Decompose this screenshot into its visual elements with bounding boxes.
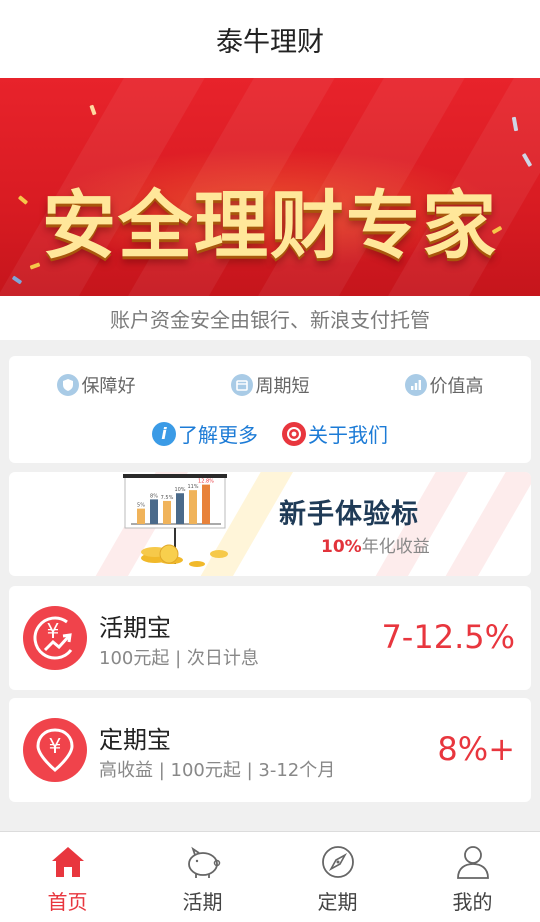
banner-headline: 安全理财专家 xyxy=(42,183,498,269)
chart-bar-label: 10% xyxy=(174,487,185,493)
feature-short-cycle: 周期短 xyxy=(230,371,310,399)
product-name: 活期宝 xyxy=(99,614,171,642)
about-us-label: 关于我们 xyxy=(308,423,388,447)
chart-bar xyxy=(189,490,197,524)
growth-chart-illustration: 5% 8% 7.5%10%11%12.8% xyxy=(123,474,228,567)
gold-coin xyxy=(210,550,228,558)
chart-bar-label: 11% xyxy=(187,484,198,490)
yen-pin-icon: ¥ xyxy=(23,718,87,782)
chart-bar-label: 5% xyxy=(137,503,145,509)
user-icon xyxy=(456,846,489,879)
newbie-rate: 10% xyxy=(321,537,362,557)
newbie-title: 新手体验标 xyxy=(279,499,419,530)
home-icon xyxy=(51,847,84,877)
product-meta: 100元起 | 次日计息 xyxy=(99,648,259,669)
tab-label: 我的 xyxy=(452,890,493,914)
svg-text:¥: ¥ xyxy=(49,734,62,758)
promo-banner[interactable]: 安全理财专家 xyxy=(0,78,540,296)
product-rate: 7-12.5% xyxy=(381,618,515,656)
target-icon xyxy=(282,421,306,446)
compass-icon xyxy=(321,846,354,878)
piggy-bank-icon xyxy=(187,846,220,878)
gold-coin xyxy=(159,544,179,564)
link-row: i 了解更多 关于我们 xyxy=(9,419,531,448)
tab-label: 首页 xyxy=(47,890,88,914)
chart-board-top xyxy=(123,474,227,478)
product-card-fixed[interactable]: ¥ 定期宝 高收益 | 100元起 | 3-12个月 8%+ xyxy=(9,698,531,802)
title-bar: 泰牛理财 xyxy=(0,0,540,78)
custody-notice-text: 账户资金安全由银行、新浪支付托管 xyxy=(110,307,430,332)
chart-bar xyxy=(202,484,210,524)
about-us-link[interactable]: 关于我们 xyxy=(282,419,388,448)
tab-fixed[interactable]: 定期 xyxy=(270,832,405,922)
newbie-rate-suffix: 年化收益 xyxy=(361,537,430,557)
chart-bar xyxy=(163,500,171,524)
chart-bar xyxy=(176,493,184,524)
features-card: 保障好 周期短 价值高 i 了解更多 关于我们 xyxy=(9,356,531,463)
feature-label: 周期短 xyxy=(255,376,310,397)
svg-text:¥: ¥ xyxy=(47,619,60,643)
newbie-rate-line: 10%年化收益 xyxy=(321,532,430,557)
chart-bar xyxy=(150,499,158,524)
calendar-icon xyxy=(230,374,253,396)
yen-growth-icon: ¥ xyxy=(23,606,87,670)
app-title: 泰牛理财 xyxy=(216,26,324,58)
tab-mine[interactable]: 我的 xyxy=(405,832,540,922)
feature-label: 价值高 xyxy=(429,376,484,397)
feature-row: 保障好 周期短 价值高 xyxy=(9,371,531,399)
chart-bar xyxy=(137,508,145,524)
chart-icon xyxy=(404,374,427,396)
product-card-current[interactable]: ¥ 活期宝 100元起 | 次日计息 7-12.5% xyxy=(9,586,531,690)
shield-icon xyxy=(56,374,79,396)
gold-coin xyxy=(189,561,205,567)
chart-bar-label: 12.8% xyxy=(198,479,214,485)
confetti xyxy=(89,104,97,116)
tab-home[interactable]: 首页 xyxy=(0,832,135,922)
learn-more-label: 了解更多 xyxy=(178,423,258,447)
custody-notice: 账户资金安全由银行、新浪支付托管 xyxy=(0,296,540,340)
tab-label: 活期 xyxy=(182,890,223,914)
info-icon: i xyxy=(152,421,176,446)
learn-more-link[interactable]: i 了解更多 xyxy=(152,419,258,448)
feature-security: 保障好 xyxy=(56,371,136,399)
feature-high-value: 价值高 xyxy=(404,371,484,399)
tab-label: 定期 xyxy=(317,890,358,914)
newbie-offer-card[interactable]: 5% 8% 7.5% 10% 11% 12.8% 新手体验标 10%年化收益 xyxy=(9,472,531,576)
chart-bar-label: 8% xyxy=(150,493,158,499)
chart-bar-label: 7.5% xyxy=(161,495,174,501)
product-rate: 8%+ xyxy=(437,730,515,768)
bottom-tab-bar: 首页 活期 定期 我的 xyxy=(0,831,540,922)
product-meta: 高收益 | 100元起 | 3-12个月 xyxy=(99,760,336,781)
tab-current[interactable]: 活期 xyxy=(135,832,270,922)
product-name: 定期宝 xyxy=(99,726,171,754)
feature-label: 保障好 xyxy=(81,376,136,397)
